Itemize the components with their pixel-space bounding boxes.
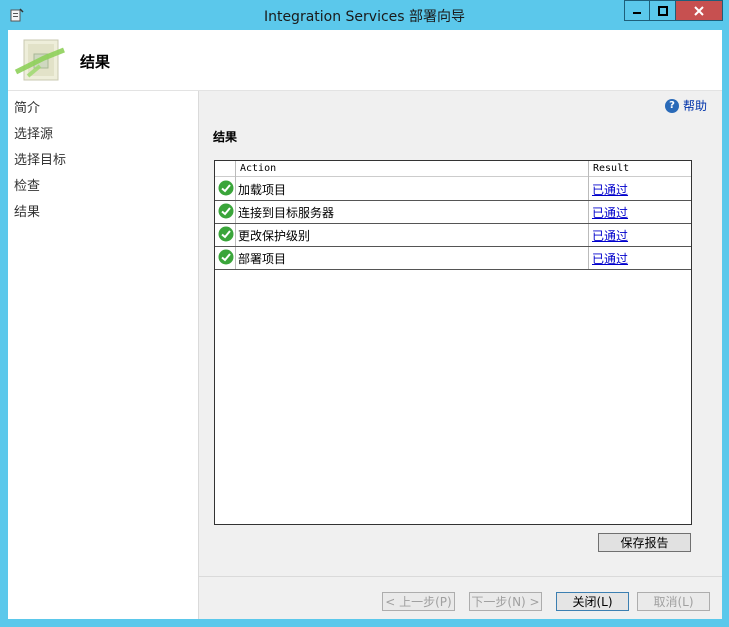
cancel-button[interactable]: 取消(L) <box>637 592 710 611</box>
title-bar[interactable]: Integration Services 部署向导 <box>0 0 729 30</box>
nav-item-select-source[interactable]: 选择源 <box>14 123 53 142</box>
minimize-icon <box>633 11 641 14</box>
table-row[interactable]: 连接到目标服务器 已通过 <box>215 200 691 224</box>
nav-item-intro[interactable]: 简介 <box>14 97 40 116</box>
minimize-button[interactable] <box>624 0 650 21</box>
row-result-link[interactable]: 已通过 <box>592 204 628 221</box>
table-row[interactable]: 加载项目 已通过 <box>215 177 691 201</box>
save-report-button[interactable]: 保存报告 <box>598 533 691 552</box>
row-action: 更改保护级别 <box>238 229 311 243</box>
page-title: 结果 <box>80 53 111 71</box>
success-check-icon <box>218 226 234 242</box>
help-link[interactable]: ? 帮助 <box>665 97 707 114</box>
wizard-nav: 简介 选择源 选择目标 检查 结果 <box>8 91 199 619</box>
success-check-icon <box>218 180 234 196</box>
success-check-icon <box>218 249 234 265</box>
wizard-header: 结果 <box>8 30 722 91</box>
row-result-link[interactable]: 已通过 <box>592 181 628 198</box>
close-button[interactable]: 关闭(L) <box>556 592 629 611</box>
nav-item-results[interactable]: 结果 <box>14 201 40 220</box>
previous-button[interactable]: < 上一步(P) <box>382 592 455 611</box>
nav-item-review[interactable]: 检查 <box>14 175 40 194</box>
grid-header: Action Result <box>215 161 691 177</box>
row-action: 加载项目 <box>238 183 287 197</box>
nav-item-select-target[interactable]: 选择目标 <box>14 149 66 168</box>
table-row[interactable]: 更改保护级别 已通过 <box>215 223 691 247</box>
help-icon: ? <box>665 98 679 113</box>
maximize-icon <box>657 5 668 16</box>
row-result-link[interactable]: 已通过 <box>592 250 628 267</box>
results-grid[interactable]: Action Result 加载项目 已通过 连接到目标服务器 已通过 更改保护… <box>214 160 692 525</box>
table-row[interactable]: 部署项目 已通过 <box>215 246 691 270</box>
next-button[interactable]: 下一步(N) > <box>469 592 542 611</box>
window-title: Integration Services 部署向导 <box>263 9 466 25</box>
wizard-client-area: 结果 简介 选择源 选择目标 检查 结果 ? 帮助 结果 Action Resu… <box>8 30 722 619</box>
success-check-icon <box>218 203 234 219</box>
close-icon <box>694 5 704 16</box>
row-result-link[interactable]: 已通过 <box>592 227 628 244</box>
row-action: 连接到目标服务器 <box>238 206 335 220</box>
column-header-action[interactable]: Action <box>240 163 276 174</box>
row-action: 部署项目 <box>238 252 287 266</box>
close-window-button[interactable] <box>676 0 723 21</box>
help-label: 帮助 <box>683 99 708 113</box>
wizard-icon <box>14 39 65 81</box>
section-title: 结果 <box>213 130 238 144</box>
maximize-button[interactable] <box>650 0 676 21</box>
footer-divider <box>199 576 722 577</box>
column-header-result[interactable]: Result <box>593 163 629 174</box>
